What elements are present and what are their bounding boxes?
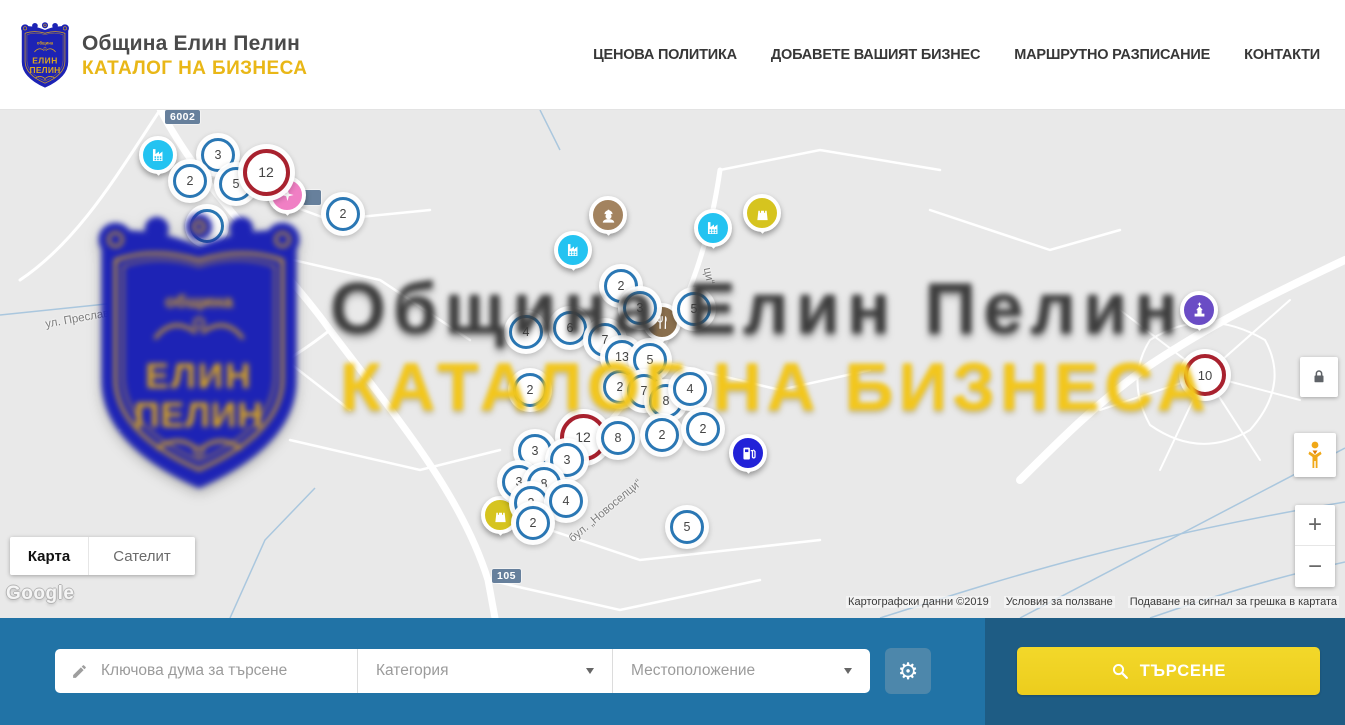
nav-item-add-business[interactable]: ДОБАВЕТЕ ВАШИЯТ БИЗНЕС — [771, 47, 980, 63]
location-select[interactable]: Местоположение — [612, 649, 870, 693]
nav-item-pricing[interactable]: ЦЕНОВА ПОЛИТИКА — [593, 47, 737, 63]
cluster-marker[interactable]: 2 — [516, 506, 550, 540]
cluster-marker[interactable]: 2 — [686, 412, 720, 446]
zoom-control: + − — [1295, 505, 1335, 587]
header: община ЕЛИН ПЕЛИН Община Елин Пелин КАТА… — [0, 0, 1345, 110]
search-button-label: ТЪРСЕНЕ — [1140, 662, 1226, 681]
marker-factory[interactable] — [694, 209, 732, 247]
cluster-marker[interactable]: 5 — [677, 292, 711, 326]
municipality-crest-icon: община ЕЛИН ПЕЛИН — [18, 22, 72, 90]
google-logo[interactable]: Google — [6, 583, 74, 605]
pegman-icon — [1303, 440, 1327, 470]
svg-text:ЕЛИН: ЕЛИН — [32, 56, 58, 66]
map-attribution: Картографски данни ©2019 Условия за ползв… — [846, 596, 1339, 608]
cluster-marker[interactable]: 2 — [326, 197, 360, 231]
location-select-value: Местоположение — [631, 662, 755, 680]
page: община ЕЛИН ПЕЛИН Община Елин Пелин КАТА… — [0, 0, 1345, 725]
category-select-value: Категория — [376, 662, 448, 680]
svg-text:ПЕЛИН: ПЕЛИН — [30, 65, 61, 75]
church-icon — [1180, 291, 1218, 329]
map-type-map-button[interactable]: Карта — [10, 537, 88, 575]
cluster-marker[interactable]: 2 — [173, 164, 207, 198]
street-view-pegman-button[interactable] — [1294, 433, 1336, 477]
cluster-marker[interactable]: 8 — [601, 421, 635, 455]
site-subtitle: КАТАЛОГ НА БИЗНЕСА — [82, 58, 307, 80]
search-icon — [1111, 662, 1130, 681]
cluster-marker[interactable]: 2 — [513, 373, 547, 407]
gear-icon: ⚙ — [898, 660, 919, 683]
factory-icon — [694, 209, 732, 247]
advanced-settings-button[interactable]: ⚙ — [885, 648, 931, 694]
cluster-marker[interactable]: 6 — [553, 311, 587, 345]
svg-text:община: община — [37, 41, 54, 46]
cluster-marker[interactable] — [190, 209, 224, 243]
attribution-text: Картографски данни ©2019 — [846, 596, 991, 608]
zoom-out-button[interactable]: − — [1295, 546, 1335, 587]
marker-church[interactable] — [1180, 291, 1218, 329]
category-select[interactable]: Категория — [357, 649, 612, 693]
map-type-switcher: Карта Сателит — [10, 537, 195, 575]
cluster-marker[interactable]: 4 — [673, 372, 707, 406]
main-nav: ЦЕНОВА ПОЛИТИКА ДОБАВЕТЕ ВАШИЯТ БИЗНЕС МАР… — [593, 0, 1320, 110]
factory-icon — [554, 231, 592, 269]
cluster-marker[interactable]: 4 — [509, 315, 543, 349]
marker-shopping[interactable] — [743, 194, 781, 232]
chevron-down-icon — [586, 668, 594, 674]
scroll-lock-button[interactable] — [1300, 357, 1338, 397]
map-canvas[interactable]: ул. Преславбул. „Новоселци“ци“ 6002105 3… — [0, 110, 1345, 618]
attribution-link[interactable]: Подаване на сигнал за грешка в картата — [1128, 596, 1339, 608]
attribution-link[interactable]: Условия за ползване — [1004, 596, 1115, 608]
filter-bar: Категория Местоположение — [55, 649, 870, 693]
worker-icon — [589, 196, 627, 234]
cluster-marker[interactable]: 4 — [549, 484, 583, 518]
cluster-marker[interactable]: 3 — [623, 291, 657, 325]
pencil-icon — [71, 663, 88, 680]
keyword-field-wrap — [55, 649, 357, 693]
marker-worker[interactable] — [589, 196, 627, 234]
cluster-marker[interactable]: 5 — [670, 510, 704, 544]
marker-fuel[interactable] — [729, 434, 767, 472]
factory-icon — [139, 136, 177, 174]
marker-factory[interactable] — [554, 231, 592, 269]
search-button[interactable]: ТЪРСЕНЕ — [1017, 647, 1320, 695]
search-bar: Категория Местоположение ⚙ ТЪРСЕНЕ — [0, 618, 1345, 725]
chevron-down-icon — [844, 668, 852, 674]
cluster-marker[interactable]: 3 — [518, 434, 552, 468]
site-title: Община Елин Пелин — [82, 32, 307, 56]
nav-item-contacts[interactable]: КОНТАКТИ — [1244, 47, 1320, 63]
keyword-search-input[interactable] — [99, 661, 343, 681]
cluster-marker[interactable]: 10 — [1184, 354, 1226, 396]
shopping-icon — [743, 194, 781, 232]
fuel-icon — [729, 434, 767, 472]
road-shield: 105 — [492, 569, 521, 583]
map-type-satellite-button[interactable]: Сателит — [88, 537, 195, 575]
zoom-in-button[interactable]: + — [1295, 505, 1335, 546]
cluster-marker[interactable]: 2 — [645, 418, 679, 452]
road-shield: 6002 — [165, 110, 200, 124]
cluster-marker[interactable]: 12 — [243, 149, 290, 196]
nav-item-transport-schedule[interactable]: МАРШРУТНО РАЗПИСАНИЕ — [1014, 47, 1210, 63]
lock-icon — [1310, 368, 1328, 386]
cluster-marker[interactable]: 5 — [633, 343, 667, 377]
marker-factory[interactable] — [139, 136, 177, 174]
site-logo[interactable]: община ЕЛИН ПЕЛИН Община Елин Пелин КАТА… — [18, 22, 307, 90]
